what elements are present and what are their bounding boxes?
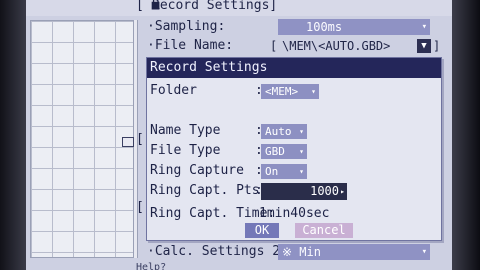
name-type-select[interactable]: Auto ▾: [261, 124, 307, 139]
file-type-value: GBD: [265, 145, 285, 158]
ring-capture-select[interactable]: On ▾: [261, 164, 307, 179]
name-type-value: Auto: [265, 125, 292, 138]
file-name-field[interactable]: [ \MEM\<AUTO.GBD> ▼ ]: [270, 38, 440, 54]
calc-settings-label: ·Calc. Settings 2:: [147, 244, 288, 259]
side-bracket-mid: [: [136, 132, 144, 147]
monitor-bezel-left: [0, 0, 26, 270]
ring-capt-pts-label: Ring Capt. Pts.: [150, 183, 268, 198]
cancel-button[interactable]: Cancel: [295, 223, 353, 238]
record-settings-dialog: Record Settings Folder : <MEM> ▾ Name Ty…: [146, 57, 442, 241]
ring-capture-label: Ring Capture: [150, 163, 244, 178]
chevron-down-icon: ▾: [311, 87, 316, 96]
sampling-value: 100ms: [306, 20, 343, 34]
chevron-down-icon: ▾: [421, 247, 427, 257]
folder-label: Folder: [150, 83, 197, 98]
folder-select[interactable]: <MEM> ▾: [261, 84, 319, 99]
monitor-bezel-right: [452, 0, 480, 270]
chevron-down-icon: ▾: [299, 147, 304, 156]
calc-settings-select[interactable]: ※ Min ▾: [278, 244, 430, 260]
help-text: Help?: [136, 262, 167, 270]
file-name-open-bracket: [: [270, 39, 278, 53]
dialog-title: Record Settings: [147, 58, 441, 78]
screen: [ ■ Record Settings] ·Sampling: 100ms ▾ …: [26, 0, 452, 270]
ok-button[interactable]: OK: [245, 223, 279, 238]
sampling-label: ·Sampling:: [147, 19, 226, 34]
header-title: Record Settings]: [152, 0, 278, 13]
name-type-label: Name Type: [150, 123, 221, 138]
window-tab-icon: [122, 137, 134, 147]
file-type-select[interactable]: GBD ▾: [261, 144, 307, 159]
ring-capt-pts-value: 1000: [310, 184, 339, 198]
chevron-down-icon: ▾: [299, 167, 304, 176]
folder-value: <MEM>: [265, 85, 299, 98]
file-name-dropdown-icon[interactable]: ▼: [417, 39, 431, 53]
chevron-down-icon: ▾: [299, 127, 304, 136]
ring-capt-time-label: Ring Capt. Time:: [150, 206, 276, 221]
waveform-grid: [30, 20, 134, 258]
ring-capt-time-value: 1min40sec: [259, 206, 330, 221]
chevron-right-icon: ▸: [340, 187, 345, 196]
file-name-close-bracket: ]: [433, 39, 441, 53]
file-name-value: \MEM\<AUTO.GBD>: [282, 39, 391, 53]
file-type-label: File Type: [150, 143, 221, 158]
side-bracket-low: [: [136, 200, 144, 215]
chevron-down-icon: ▾: [421, 22, 427, 32]
file-name-label: ·File Name:: [147, 38, 234, 53]
sampling-select[interactable]: 100ms ▾: [278, 19, 430, 35]
ring-capture-value: On: [265, 165, 279, 178]
calc-settings-value: ※ Min: [282, 245, 321, 259]
ring-capt-pts-input[interactable]: 1000 ▸: [261, 183, 347, 200]
